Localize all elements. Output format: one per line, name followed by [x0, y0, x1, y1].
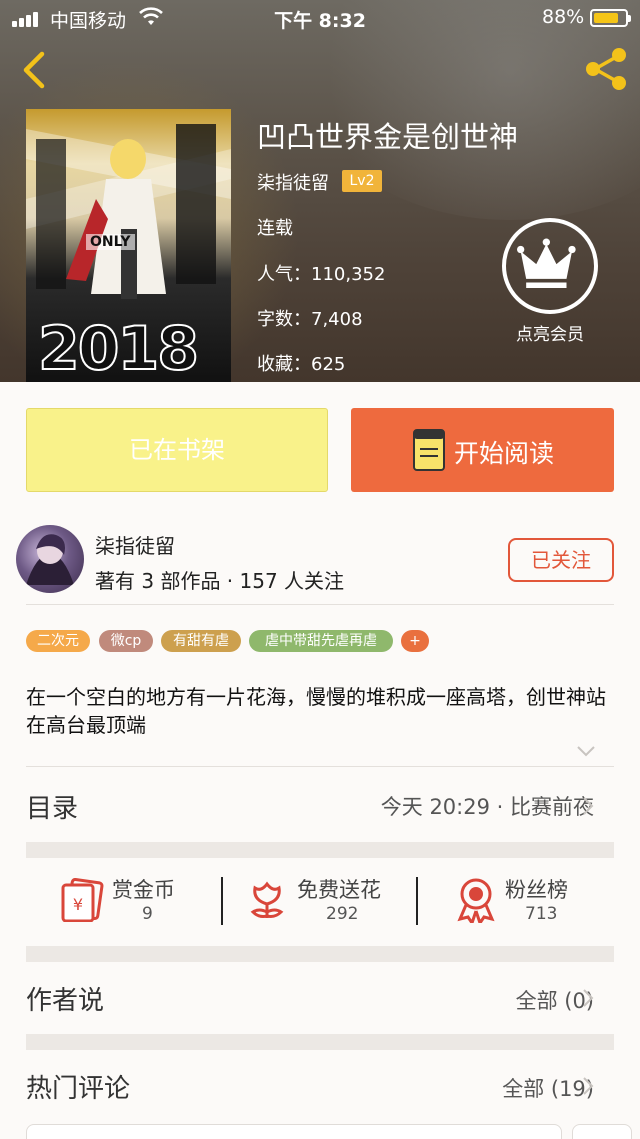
word-count-stat: 字数：7,408 [257, 309, 363, 330]
tag-chip[interactable]: 有甜有虐 [161, 630, 241, 652]
chevron-right-icon [583, 797, 594, 815]
tag-chip[interactable]: 二次元 [26, 630, 90, 652]
section-separator [26, 1034, 614, 1050]
start-reading-button[interactable]: 开始阅读 [351, 408, 614, 492]
tag-chip[interactable]: 微cp [99, 630, 153, 652]
follow-button[interactable]: 已关注 [508, 538, 614, 582]
fan-ranking-label: 粉丝榜 [505, 878, 568, 902]
add-tag-button[interactable]: + [401, 630, 429, 652]
author-meta: 著有 3 部作品 · 157 人关注 [95, 569, 345, 593]
book-author-link[interactable]: 柒指徒留 [257, 169, 329, 195]
toc-title[interactable]: 目录 [26, 788, 78, 825]
chevron-down-icon[interactable] [576, 744, 596, 758]
send-flower-button[interactable]: 免费送花 292 [247, 872, 407, 928]
divider [26, 766, 614, 767]
medal-icon [457, 878, 495, 923]
comment-card[interactable] [26, 1124, 562, 1139]
start-reading-label: 开始阅读 [454, 439, 555, 468]
section-separator [26, 946, 614, 962]
hot-comments-title: 热门评论 [26, 1074, 131, 1104]
author-says-title: 作者说 [26, 986, 105, 1016]
red-envelope-icon: ¥ [61, 878, 104, 922]
book-header: 中国移动 下午 8:32 88% ONLY 2018 凹凸世界金是创世神 柒指徒… [0, 0, 640, 382]
divider [416, 877, 418, 925]
share-icon[interactable] [582, 46, 630, 92]
author-avatar[interactable] [16, 525, 84, 593]
reward-coins-label: 赏金币 [112, 878, 175, 902]
vip-label: 点亮会员 [516, 325, 584, 345]
toc-latest-chapter[interactable]: 今天 20:29 · 比赛前夜 [381, 791, 594, 821]
reward-coins-button[interactable]: ¥ 赏金币 9 [60, 872, 210, 928]
popularity-stat: 人气：110,352 [257, 264, 386, 285]
fan-ranking-count: 713 [525, 904, 558, 924]
fan-ranking-button[interactable]: 粉丝榜 713 [456, 872, 606, 928]
chevron-right-icon [583, 1077, 594, 1095]
divider [221, 877, 223, 925]
on-shelf-button[interactable]: 已在书架 [26, 408, 328, 492]
divider [26, 604, 614, 605]
battery-percent: 88% [542, 6, 585, 28]
status-bar: 中国移动 下午 8:32 88% [0, 0, 640, 36]
svg-text:¥: ¥ [73, 895, 83, 914]
vip-button[interactable]: 点亮会员 [500, 218, 600, 348]
book-description: 在一个空白的地方有一片花海，慢慢的堆积成一座高塔，创世神站在高台最顶端 [26, 685, 606, 737]
crown-icon [502, 218, 598, 314]
send-flower-count: 292 [326, 904, 359, 924]
back-icon[interactable] [14, 48, 54, 92]
reward-coins-count: 9 [142, 904, 153, 924]
author-name[interactable]: 柒指徒留 [95, 530, 175, 559]
section-separator [26, 842, 614, 858]
flower-icon [250, 881, 284, 918]
comment-card[interactable] [572, 1124, 632, 1139]
send-flower-label: 免费送花 [297, 878, 381, 902]
serial-status: 连载 [257, 218, 293, 239]
favorites-stat: 收藏：625 [257, 354, 346, 375]
cover-only-text: ONLY [86, 234, 135, 250]
cover-year-text: 2018 [37, 313, 200, 382]
author-level-badge: Lv2 [342, 170, 382, 192]
chevron-right-icon [583, 989, 594, 1007]
tag-chip[interactable]: 虐中带甜先虐再虐 [249, 630, 393, 652]
book-title: 凹凸世界金是创世神 [257, 120, 519, 154]
battery-icon [590, 9, 631, 27]
book-cover[interactable]: ONLY 2018 [26, 109, 231, 382]
book-icon [413, 429, 445, 471]
hot-comments-all-link[interactable]: 全部 (19) [502, 1073, 594, 1103]
